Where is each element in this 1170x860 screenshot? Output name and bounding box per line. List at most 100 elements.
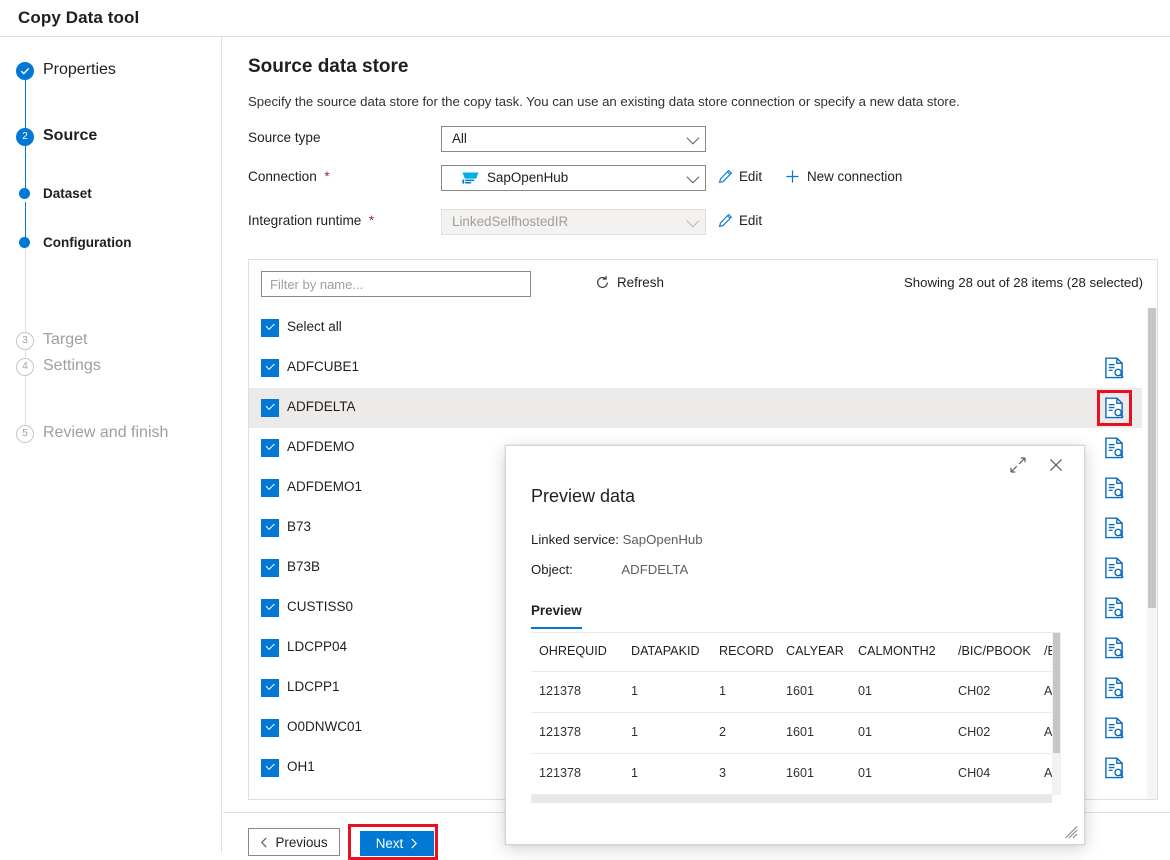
- next-label: Next: [376, 836, 404, 851]
- preview-data-icon[interactable]: [1104, 557, 1125, 579]
- cell: CH04: [958, 766, 990, 780]
- sidebar-item-settings[interactable]: 4 Settings: [0, 358, 222, 384]
- check-icon: [16, 62, 34, 80]
- step-label-configuration: Configuration: [43, 235, 131, 250]
- select-all-label: Select all: [287, 319, 342, 334]
- scrollbar-thumb[interactable]: [1148, 308, 1156, 608]
- close-icon[interactable]: [1047, 456, 1065, 474]
- object-list-scrollbar[interactable]: [1147, 308, 1157, 800]
- source-type-value: All: [452, 131, 467, 146]
- sap-openhub-icon: [462, 171, 479, 186]
- preview-data-icon[interactable]: [1104, 637, 1125, 659]
- column-header: OHREQUID: [539, 644, 607, 658]
- sidebar-item-target[interactable]: 3 Target: [0, 332, 222, 358]
- row-label: ADFDEMO1: [287, 479, 362, 494]
- cell: 01: [858, 684, 872, 698]
- cell: 2: [719, 725, 726, 739]
- row-checkbox[interactable]: [261, 599, 279, 617]
- row-checkbox[interactable]: [261, 439, 279, 457]
- row-label: LDCPP1: [287, 679, 340, 694]
- new-connection-button[interactable]: New connection: [785, 169, 902, 184]
- table-header-row: OHREQUID DATAPAKID RECORD CALYEAR CALMON…: [531, 633, 1061, 671]
- label-connection-text: Connection: [248, 169, 317, 184]
- label-integration-runtime: Integration runtime *: [248, 213, 374, 228]
- new-connection-label: New connection: [807, 169, 902, 184]
- edit-connection-button[interactable]: Edit: [718, 169, 762, 184]
- sidebar-item-properties[interactable]: Properties: [0, 62, 222, 88]
- step-label-settings: Settings: [43, 357, 101, 375]
- cell: 1: [719, 684, 726, 698]
- preview-data-icon[interactable]: [1104, 397, 1125, 419]
- next-button[interactable]: Next: [360, 831, 434, 856]
- row-checkbox[interactable]: [261, 479, 279, 497]
- showing-count-text: Showing 28 out of 28 items (28 selected): [904, 275, 1143, 290]
- scrollbar-thumb[interactable]: [1053, 633, 1060, 753]
- step-label-review-and-finish: Review and finish: [43, 424, 168, 442]
- label-source-type: Source type: [248, 130, 321, 145]
- chevron-down-icon: [687, 215, 700, 228]
- preview-data-icon[interactable]: [1104, 597, 1125, 619]
- table-horizontal-scrollbar[interactable]: [531, 795, 1052, 803]
- linked-service-value: SapOpenHub: [623, 532, 703, 547]
- edit-connection-label: Edit: [739, 169, 762, 184]
- table-vertical-scrollbar[interactable]: [1052, 633, 1061, 795]
- label-connection: Connection *: [248, 169, 330, 184]
- app-title: Copy Data tool: [18, 8, 139, 28]
- cell: 01: [858, 766, 872, 780]
- sidebar-item-review-and-finish[interactable]: 5 Review and finish: [0, 425, 222, 451]
- row-checkbox[interactable]: [261, 639, 279, 657]
- row-label: CUSTISS0: [287, 599, 353, 614]
- preview-data-icon[interactable]: [1104, 357, 1125, 379]
- table-row: 121378 1 1 1601 01 CH02 AN: [531, 672, 1061, 712]
- row-label: O0DNWC01: [287, 719, 362, 734]
- step-number-badge: 5: [16, 425, 34, 443]
- step-label-dataset: Dataset: [43, 186, 92, 201]
- preview-data-icon[interactable]: [1104, 437, 1125, 459]
- connection-dropdown[interactable]: SapOpenHub: [441, 165, 706, 191]
- preview-data-icon[interactable]: [1104, 677, 1125, 699]
- sidebar-item-source[interactable]: 2 Source: [0, 128, 222, 154]
- object-label: Object:: [531, 562, 573, 577]
- expand-icon[interactable]: [1009, 456, 1027, 474]
- row-checkbox[interactable]: [261, 679, 279, 697]
- tab-preview[interactable]: Preview: [531, 603, 582, 629]
- row-checkbox[interactable]: [261, 719, 279, 737]
- pencil-icon: [718, 169, 733, 184]
- dot-icon: [19, 237, 30, 248]
- cell: 1601: [786, 725, 814, 739]
- previous-label: Previous: [275, 835, 327, 850]
- step-label-source: Source: [43, 127, 97, 145]
- table-row[interactable]: ADFCUBE1: [249, 348, 1142, 388]
- row-label: B73B: [287, 559, 320, 574]
- preview-data-icon[interactable]: [1104, 757, 1125, 779]
- row-checkbox[interactable]: [261, 559, 279, 577]
- row-checkbox[interactable]: [261, 519, 279, 537]
- refresh-button[interactable]: Refresh: [595, 275, 664, 290]
- table-row: 121378 1 2 1601 01 CH02 AN: [531, 713, 1061, 753]
- row-checkbox[interactable]: [261, 359, 279, 377]
- select-all-checkbox[interactable]: [261, 319, 279, 337]
- table-row[interactable]: ADFDELTA: [249, 388, 1142, 428]
- preview-data-table: OHREQUID DATAPAKID RECORD CALYEAR CALMON…: [531, 633, 1061, 803]
- sidebar-item-configuration[interactable]: Configuration: [0, 233, 222, 259]
- resize-handle-icon[interactable]: [1065, 826, 1078, 839]
- edit-integration-runtime-label: Edit: [739, 213, 762, 228]
- row-label: ADFDEMO: [287, 439, 355, 454]
- filter-by-name-input[interactable]: [261, 271, 531, 297]
- refresh-label: Refresh: [617, 275, 664, 290]
- preview-data-icon[interactable]: [1104, 517, 1125, 539]
- sidebar-item-dataset[interactable]: Dataset: [0, 184, 222, 210]
- wizard-step-rail: Properties 2 Source Dataset Configuratio…: [0, 37, 222, 853]
- row-checkbox[interactable]: [261, 399, 279, 417]
- preview-data-icon[interactable]: [1104, 477, 1125, 499]
- row-checkbox[interactable]: [261, 759, 279, 777]
- cell: 121378: [539, 725, 581, 739]
- cell: CH02: [958, 684, 990, 698]
- row-label: ADFCUBE1: [287, 359, 359, 374]
- linked-service-row: Linked service: SapOpenHub: [531, 532, 703, 547]
- select-all-row[interactable]: Select all: [249, 308, 1142, 348]
- edit-integration-runtime-button[interactable]: Edit: [718, 213, 762, 228]
- source-type-dropdown[interactable]: All: [441, 126, 706, 152]
- previous-button[interactable]: Previous: [248, 828, 340, 856]
- preview-data-icon[interactable]: [1104, 717, 1125, 739]
